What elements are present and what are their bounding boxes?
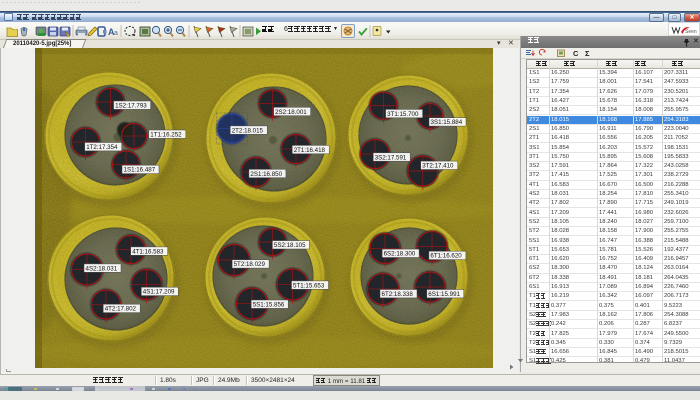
svg-text:6T2:18.338: 6T2:18.338 bbox=[382, 291, 414, 298]
svg-text:2S1:16.850: 2S1:16.850 bbox=[250, 171, 282, 178]
svg-text:5S2:18.105: 5S2:18.105 bbox=[274, 242, 306, 249]
svg-text:1T2:17.354: 1T2:17.354 bbox=[86, 144, 118, 151]
svg-text:1T1:16.252: 1T1:16.252 bbox=[150, 132, 182, 139]
svg-text:Seen: Seen bbox=[685, 29, 697, 35]
svg-text:4S2:18.031: 4S2:18.031 bbox=[86, 265, 118, 272]
svg-text:4S1:17.209: 4S1:17.209 bbox=[143, 289, 175, 296]
svg-text:5T2:18.029: 5T2:18.029 bbox=[234, 261, 266, 268]
svg-text:3T1:15.700: 3T1:15.700 bbox=[387, 111, 419, 118]
svg-text:6T1:16.620: 6T1:16.620 bbox=[430, 253, 462, 260]
svg-text:4T2:17.802: 4T2:17.802 bbox=[105, 306, 137, 313]
svg-text:1S1:16.487: 1S1:16.487 bbox=[124, 167, 156, 174]
svg-text:2S2:18.001: 2S2:18.001 bbox=[275, 109, 307, 116]
svg-text:1S2:17.793: 1S2:17.793 bbox=[115, 103, 147, 110]
svg-text:2T2:18.015: 2T2:18.015 bbox=[232, 127, 264, 134]
svg-text:3T2:17.410: 3T2:17.410 bbox=[422, 163, 454, 170]
svg-text:4T1:16.583: 4T1:16.583 bbox=[132, 248, 164, 255]
svg-text:6S2:18.300: 6S2:18.300 bbox=[384, 251, 416, 258]
svg-text:3S1:15.884: 3S1:15.884 bbox=[431, 119, 463, 126]
svg-text:2T1:16.418: 2T1:16.418 bbox=[294, 147, 326, 154]
svg-text:6S1:15.991: 6S1:15.991 bbox=[428, 291, 460, 298]
svg-text:a: a bbox=[114, 30, 118, 37]
svg-text:5S1:15.856: 5S1:15.856 bbox=[253, 302, 285, 309]
svg-text:3S2:17.591: 3S2:17.591 bbox=[375, 154, 407, 161]
svg-text:5T1:15.653: 5T1:15.653 bbox=[293, 282, 325, 289]
